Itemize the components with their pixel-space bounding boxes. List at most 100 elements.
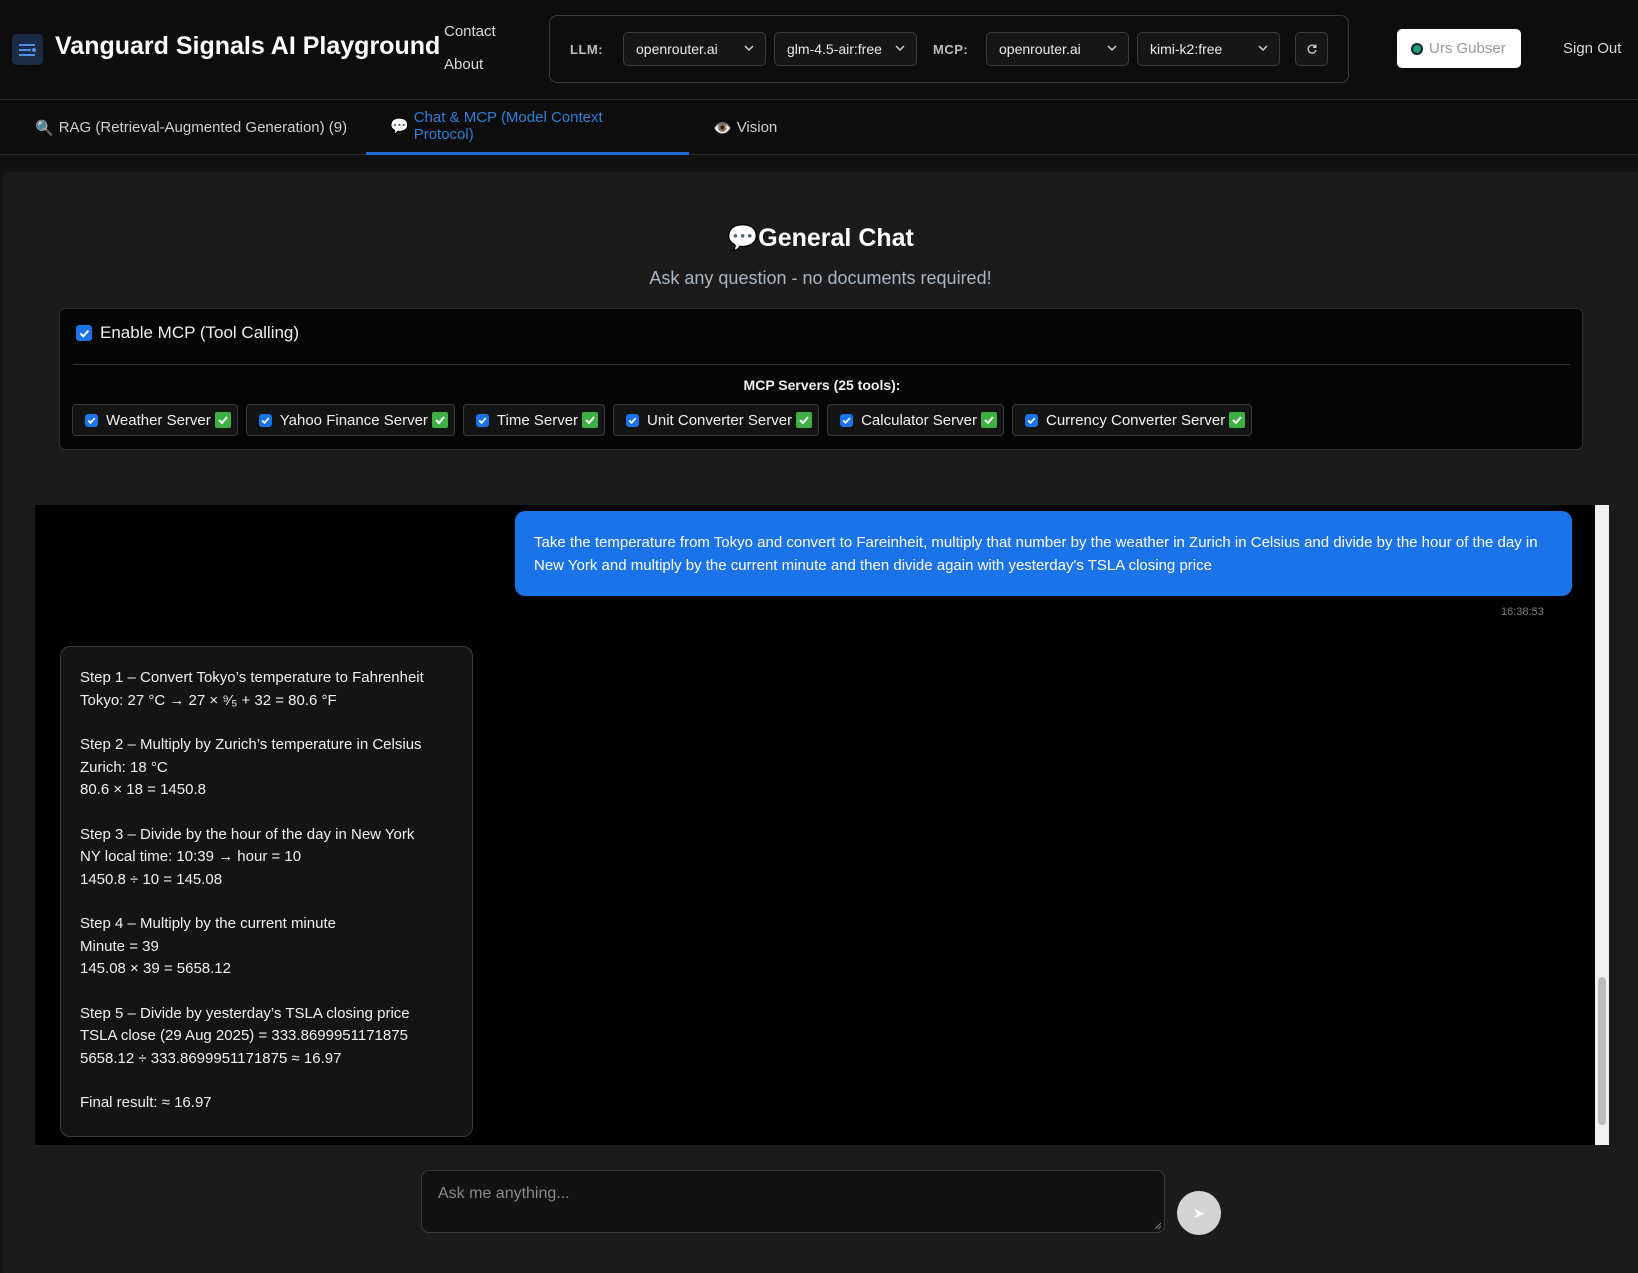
server-name: Time Server [496, 411, 579, 429]
check-badge-icon [431, 412, 448, 428]
mcp-provider-value: openrouter.ai [999, 41, 1081, 57]
speech-bubble-icon: 💬 [727, 224, 759, 252]
chat-subtitle: Ask any question - no documents required… [649, 268, 992, 288]
chat-title-text: General Chat [758, 224, 914, 252]
mcp-model-select[interactable]: kimi-k2:free [1137, 32, 1280, 66]
scrollbar-thumb[interactable] [1598, 977, 1606, 1125]
sign-out-link[interactable]: Sign Out [1563, 40, 1621, 57]
chat-input-placeholder: Ask me anything... [438, 1185, 570, 1202]
app-title: Vanguard Signals AI Playground [55, 32, 441, 60]
checkmark-icon [628, 416, 637, 424]
user-chip[interactable]: Urs Gubser [1397, 29, 1521, 68]
message-timestamp: 16:38:53 [1501, 606, 1544, 618]
chevron-down-icon [1107, 45, 1117, 52]
server-checkbox[interactable] [258, 413, 272, 427]
resize-grip-icon[interactable] [1154, 1222, 1162, 1230]
server-chip-calculator[interactable]: Calculator Server [827, 404, 1004, 436]
user-name: Urs Gubser [1429, 40, 1506, 57]
checkmark-icon [478, 416, 487, 424]
step-block: Step 2 – Multiply by Zurich’s temperatur… [80, 734, 453, 802]
step-line: Step 4 – Multiply by the current minute [80, 915, 336, 932]
mcp-enable-checkbox[interactable] [76, 325, 92, 341]
step-line: 80.6 × 18 = 1450.8 [80, 781, 206, 798]
step-line: NY local time: 10:39 → hour = 10 [80, 848, 302, 865]
chat-scrollbar[interactable] [1595, 505, 1609, 1145]
nav-about-link[interactable]: About [444, 56, 483, 73]
step-line: 1450.8 ÷ 10 = 145.08 [80, 870, 223, 888]
chat-title: 💬General Chat [3, 224, 1638, 253]
server-chip-currency-converter[interactable]: Currency Converter Server [1011, 404, 1253, 436]
server-chip-time[interactable]: Time Server [462, 404, 606, 436]
server-chip-unit-converter[interactable]: Unit Converter Server [613, 404, 820, 436]
send-icon: ➤ [1193, 1204, 1205, 1221]
chevron-down-icon [895, 45, 905, 52]
send-button[interactable]: ➤ [1177, 1191, 1221, 1235]
checkmark-icon [79, 329, 89, 338]
chevron-down-icon [744, 45, 754, 52]
checkmark-icon [842, 416, 851, 424]
tab-rag[interactable]: 🔍 RAG (Retrieval-Augmented Generation) (… [11, 100, 371, 155]
eye-icon: 👁️ [713, 119, 732, 137]
step-line: TSLA close (29 Aug 2025) = 333.869995117… [80, 1027, 408, 1044]
llm-model-select[interactable]: glm-4.5-air:free [774, 32, 917, 66]
step-block: Step 1 – Convert Tokyo’s temperature to … [80, 667, 453, 712]
chat-input[interactable]: Ask me anything... [421, 1170, 1165, 1233]
checkmark-icon [1027, 416, 1036, 424]
chat-messages-area[interactable]: Take the temperature from Tokyo and conv… [35, 505, 1609, 1145]
checkmark-icon [261, 416, 270, 424]
tab-chat-mcp[interactable]: 💬 Chat & MCP (Model Context Protocol) [366, 100, 689, 155]
chevron-down-icon [1258, 45, 1268, 52]
step-line: Tokyo: 27 °C → 27 × ⁹⁄₅ + 32 = 80.6 °F [80, 691, 337, 709]
assistant-message-bubble: Step 1 – Convert Tokyo’s temperature to … [60, 646, 473, 1137]
magnifier-icon: 🔍 [35, 119, 54, 137]
step-block: Step 3 – Divide by the hour of the day i… [80, 824, 453, 892]
final-result: Final result: ≈ 16.97 [80, 1092, 453, 1115]
check-badge-icon [214, 412, 231, 428]
tab-rag-label: RAG (Retrieval-Augmented Generation) (9) [58, 119, 348, 136]
server-checkbox[interactable] [1024, 413, 1038, 427]
step-line: 5658.12 ÷ 333.8699951171875 ≈ 16.97 [80, 1049, 342, 1067]
mcp-enable-label: Enable MCP (Tool Calling) [100, 323, 300, 342]
step-line: Step 3 – Divide by the hour of the day i… [80, 825, 415, 843]
server-chip-yahoo-finance[interactable]: Yahoo Finance Server [245, 404, 455, 436]
server-name: Currency Converter Server [1045, 411, 1226, 429]
step-line: Minute = 39 [80, 937, 159, 955]
tab-vision[interactable]: 👁️ Vision [689, 100, 801, 155]
check-badge-icon [796, 412, 813, 428]
mcp-label: MCP: [933, 42, 969, 57]
server-checkbox[interactable] [475, 413, 489, 427]
mcp-settings-box: Enable MCP (Tool Calling) MCP Servers (2… [59, 308, 1583, 450]
check-badge-icon [582, 412, 599, 428]
refresh-icon [1307, 44, 1317, 54]
step-line: Step 1 – Convert Tokyo’s temperature to … [80, 669, 424, 686]
divider [73, 364, 1570, 365]
mcp-server-list: Weather Server Yahoo Finance Server Time… [72, 404, 1260, 436]
chat-panel: 💬General Chat Ask any question - no docu… [3, 172, 1638, 1273]
server-checkbox[interactable] [626, 413, 640, 427]
llm-model-value: glm-4.5-air:free [787, 41, 882, 57]
step-line: Step 5 – Divide by yesterday’s TSLA clos… [80, 1004, 410, 1022]
refresh-button[interactable] [1295, 32, 1328, 66]
tab-chat-mcp-label: Chat & MCP (Model Context Protocol) [413, 109, 603, 143]
status-dot-icon [1411, 42, 1423, 55]
step-line: Zurich: 18 °C [80, 758, 168, 776]
tab-bar: 🔍 RAG (Retrieval-Augmented Generation) (… [0, 100, 1638, 155]
model-selector-panel: LLM: openrouter.ai glm-4.5-air:free MCP:… [549, 15, 1349, 83]
llm-label: LLM: [570, 42, 604, 57]
final-result-line: Final result: ≈ 16.97 [80, 1094, 212, 1111]
server-checkbox[interactable] [840, 413, 854, 427]
mcp-servers-title: MCP Servers (25 tools): [743, 377, 901, 393]
server-checkbox[interactable] [85, 413, 98, 427]
top-header: Vanguard Signals AI Playground Contact A… [0, 0, 1638, 100]
llm-provider-select[interactable]: openrouter.ai [623, 32, 766, 66]
step-line: Step 2 – Multiply by Zurich’s temperatur… [80, 736, 422, 753]
mcp-provider-select[interactable]: openrouter.ai [986, 32, 1129, 66]
llm-provider-value: openrouter.ai [636, 41, 718, 57]
mcp-enable-toggle[interactable]: Enable MCP (Tool Calling) [76, 323, 299, 343]
step-line: 145.08 × 39 = 5658.12 [80, 960, 231, 977]
check-badge-icon [1229, 412, 1246, 428]
menu-lines-icon[interactable] [12, 34, 43, 65]
check-badge-icon [980, 412, 997, 428]
nav-contact-link[interactable]: Contact [444, 23, 496, 40]
server-chip-weather[interactable]: Weather Server [72, 404, 238, 436]
